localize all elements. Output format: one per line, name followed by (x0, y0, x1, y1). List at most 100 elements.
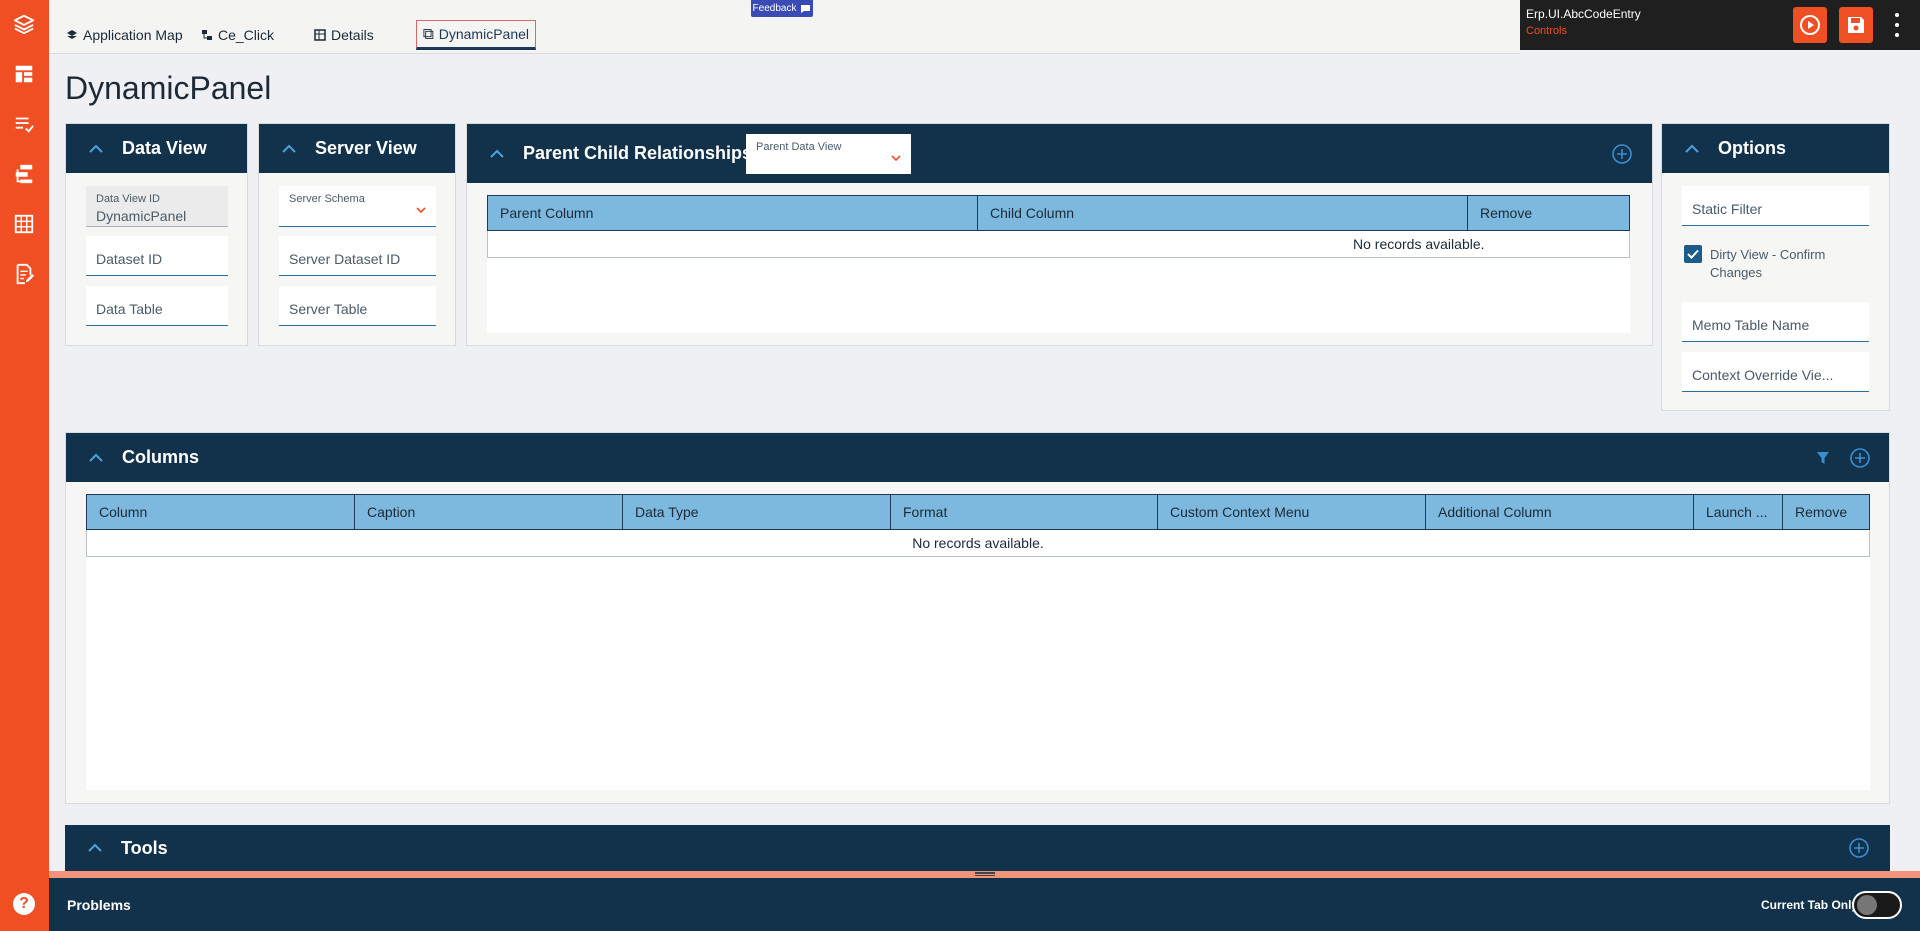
app-header: Erp.UI.AbcCodeEntry Controls (1520, 0, 1920, 50)
add-column-icon[interactable] (1849, 447, 1871, 469)
dirty-view-checkbox[interactable] (1684, 245, 1702, 263)
field-placeholder: Server Dataset ID (289, 251, 401, 267)
field-placeholder: Dataset ID (96, 251, 163, 267)
field-value: DynamicPanel (96, 208, 187, 224)
table-icon[interactable] (12, 212, 36, 236)
tab-label: Ce_Click (218, 27, 275, 43)
chevron-down-icon (891, 155, 901, 162)
panel-title: Columns (122, 447, 200, 467)
chevron-up-icon[interactable] (277, 137, 301, 161)
current-tab-only-label: Current Tab Only (1761, 898, 1859, 912)
layers-icon[interactable] (12, 12, 36, 36)
chevron-up-icon[interactable] (83, 836, 107, 860)
column-header[interactable]: Custom Context Menu (1158, 495, 1426, 529)
data-view-panel: Data View Data View ID DynamicPanel Data… (65, 123, 248, 346)
run-button[interactable] (1793, 7, 1827, 43)
server-view-panel: Server View Server Schema Server Dataset… (258, 123, 456, 346)
field-placeholder: Server Table (289, 301, 368, 317)
chevron-up-icon[interactable] (84, 446, 108, 470)
field-label: Data View ID (96, 193, 160, 205)
column-header[interactable]: Child Column (978, 196, 1468, 230)
help-icon[interactable]: ? (13, 893, 35, 915)
problems-bar: Problems Current Tab Only (49, 878, 1920, 931)
server-dataset-id-input[interactable]: Server Dataset ID (279, 236, 436, 276)
field-placeholder: Context Override Vie... (1692, 367, 1834, 383)
column-header[interactable]: Format (891, 495, 1158, 529)
data-view-header[interactable]: Data View (66, 124, 247, 173)
filter-icon[interactable] (1816, 451, 1830, 465)
column-header[interactable]: Parent Column (488, 196, 978, 230)
play-circle-icon (1800, 15, 1820, 35)
column-header[interactable]: Remove (1468, 196, 1629, 230)
columns-header[interactable]: Columns (66, 433, 1889, 482)
chat-icon (801, 4, 811, 13)
app-context: Controls (1526, 25, 1567, 37)
feedback-button[interactable]: Feedback (751, 0, 813, 17)
tab-ce-click[interactable]: Ce_Click (195, 20, 280, 50)
field-placeholder: Memo Table Name (1692, 317, 1810, 333)
save-icon (1848, 17, 1864, 33)
relationships-grid-header: Parent Column Child Column Remove (487, 195, 1630, 231)
server-table-input[interactable]: Server Table (279, 286, 436, 326)
panel-title: Parent Child Relationships (523, 143, 753, 163)
panel-title: Data View (122, 138, 207, 158)
column-header[interactable]: Remove (1783, 495, 1869, 529)
more-menu-icon[interactable] (1892, 13, 1902, 37)
problems-label[interactable]: Problems (67, 897, 131, 913)
drag-handle-icon[interactable] (975, 872, 995, 874)
tools-header[interactable]: Tools (65, 825, 1890, 871)
field-placeholder: Data Table (96, 301, 163, 317)
page-title: DynamicPanel (65, 70, 272, 106)
context-override-input[interactable]: Context Override Vie... (1682, 352, 1869, 392)
memo-table-name-input[interactable]: Memo Table Name (1682, 302, 1869, 342)
columns-grid-header: Column Caption Data Type Format Custom C… (86, 494, 1870, 530)
dirty-view-label-line2: Changes (1710, 265, 1763, 280)
tab-label: Application Map (83, 27, 183, 43)
tab-details[interactable]: Details (308, 20, 380, 50)
tools-panel: Tools (65, 825, 1890, 871)
dirty-view-label-line1: Dirty View - Confirm (1710, 247, 1826, 262)
feedback-label: Feedback (752, 3, 797, 14)
edit-document-icon[interactable] (12, 262, 36, 286)
chevron-up-icon[interactable] (84, 137, 108, 161)
tab-label: DynamicPanel (438, 26, 529, 42)
chevron-up-icon[interactable] (485, 142, 509, 166)
column-header[interactable]: Data Type (623, 495, 891, 529)
options-header[interactable]: Options (1662, 124, 1889, 173)
data-table-input[interactable]: Data Table (86, 286, 228, 326)
workflow-icon (202, 30, 212, 40)
column-header[interactable]: Additional Column (1426, 495, 1694, 529)
server-view-header[interactable]: Server View (259, 124, 455, 173)
app-name: Erp.UI.AbcCodeEntry (1526, 7, 1641, 21)
checklist-icon[interactable] (12, 112, 36, 136)
add-relationship-icon[interactable] (1611, 143, 1633, 165)
panel-title: Server View (315, 138, 417, 158)
chevron-up-icon[interactable] (1680, 137, 1704, 161)
server-schema-dropdown[interactable]: Server Schema (279, 186, 436, 227)
chevron-down-icon (416, 207, 426, 214)
column-header[interactable]: Launch ... (1694, 495, 1783, 529)
empty-message: No records available. (487, 231, 1630, 258)
layers-icon (67, 30, 77, 39)
check-icon (1687, 249, 1699, 259)
left-rail (0, 0, 49, 931)
current-tab-only-toggle[interactable] (1852, 891, 1902, 919)
save-button[interactable] (1839, 7, 1873, 43)
parent-data-view-dropdown[interactable]: Parent Data View (746, 134, 911, 174)
grid-icon (314, 29, 326, 41)
layout-icon[interactable] (12, 62, 36, 86)
add-tool-icon[interactable] (1848, 837, 1870, 859)
dataset-id-input[interactable]: Dataset ID (86, 236, 228, 276)
tab-dynamicpanel[interactable]: DynamicPanel (416, 20, 536, 50)
field-label: Parent Data View (756, 141, 842, 153)
tab-application-map[interactable]: Application Map (60, 20, 189, 50)
options-panel: Options Static Filter Dirty View - Confi… (1661, 123, 1890, 411)
parent-child-header[interactable]: Parent Child Relationships (467, 124, 1652, 183)
static-filter-input[interactable]: Static Filter (1682, 186, 1869, 226)
hierarchy-icon[interactable] (12, 162, 36, 186)
panel-icon (423, 29, 434, 39)
column-header[interactable]: Column (87, 495, 355, 529)
column-header[interactable]: Caption (355, 495, 623, 529)
toggle-knob (1857, 895, 1877, 915)
tab-label: Details (331, 27, 374, 43)
